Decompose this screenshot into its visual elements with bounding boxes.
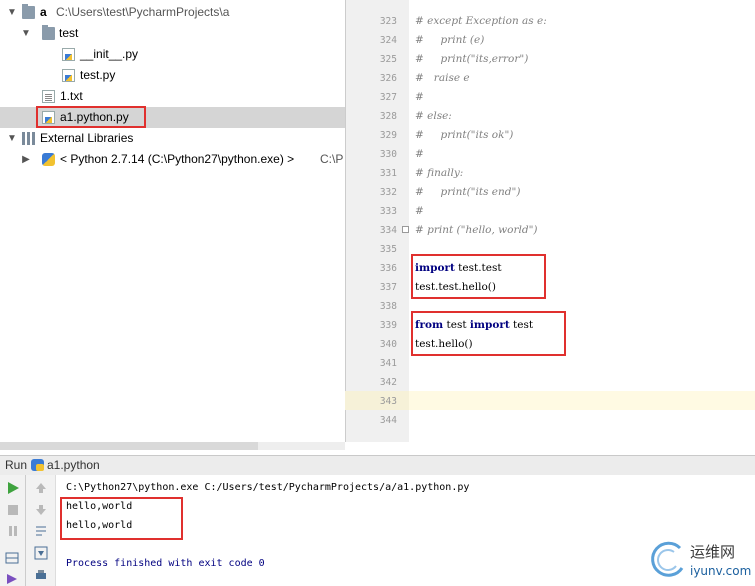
line-number: 331: [379, 168, 397, 179]
pause-icon[interactable]: [6, 524, 20, 538]
code-line: # else:: [415, 110, 452, 122]
project-tree: ▼ a C:\Users\test\PycharmProjects\a ▼ te…: [0, 0, 345, 442]
horizontal-scrollbar[interactable]: [0, 442, 258, 450]
tree-root[interactable]: ▼ a C:\Users\test\PycharmProjects\a: [0, 2, 345, 23]
line-number: 332: [379, 187, 397, 198]
tree-item-label: test.py: [80, 68, 116, 82]
close-icon[interactable]: [5, 572, 19, 586]
chevron-down-icon[interactable]: ▼: [6, 2, 18, 23]
tree-item-path: C:\P: [320, 152, 344, 166]
line-number: 342: [379, 377, 397, 388]
code-line: # except Exception as e:: [415, 15, 547, 27]
tree-item-init-py[interactable]: __init__.py: [0, 44, 345, 65]
tree-item-label: test: [59, 26, 79, 40]
line-number: 329: [379, 130, 397, 141]
code-line: # print("its,error"): [415, 53, 529, 65]
arrow-up-icon[interactable]: [34, 481, 48, 495]
line-number: 338: [379, 301, 397, 312]
chevron-right-icon[interactable]: ▶: [20, 149, 32, 170]
line-number: 327: [379, 92, 397, 103]
line-number: 326: [379, 73, 397, 84]
line-number: 334: [379, 225, 397, 236]
code-line: # print("its ok"): [415, 129, 514, 141]
watermark-text: 运维网: [690, 543, 736, 561]
line-number: 325: [379, 54, 397, 65]
line-number: 330: [379, 149, 397, 160]
code-line: # print("its end"): [415, 186, 521, 198]
highlight-box: [36, 106, 146, 128]
folder-icon: [22, 4, 35, 19]
highlight-box: [411, 311, 566, 356]
watermark-url: iyunv.com: [690, 564, 752, 578]
line-number: 335: [379, 244, 397, 255]
chevron-down-icon[interactable]: ▼: [20, 23, 32, 44]
highlight-box: [411, 254, 546, 299]
libraries-icon: [22, 132, 35, 145]
console-exit-message: Process finished with exit code 0: [66, 558, 265, 569]
line-number: 340: [379, 339, 397, 350]
python-file-icon: [62, 69, 75, 82]
line-number: 341: [379, 358, 397, 369]
highlight-box: [60, 497, 183, 540]
text-file-icon: [42, 90, 55, 103]
current-line-highlight: [409, 391, 755, 410]
line-number: 344: [379, 415, 397, 426]
soft-wrap-icon[interactable]: [34, 524, 48, 538]
stop-icon[interactable]: [6, 503, 20, 517]
print-icon[interactable]: [34, 568, 48, 582]
watermark-logo-icon: [651, 541, 684, 577]
code-line: #: [415, 91, 424, 103]
line-number: 343: [379, 396, 397, 407]
code-line: # print ("hello, world"): [415, 224, 538, 236]
tree-item-label: < Python 2.7.14 (C:\Python27\python.exe)…: [60, 152, 295, 166]
tree-item-1-txt[interactable]: 1.txt: [0, 86, 345, 107]
code-line: # raise e: [415, 72, 470, 84]
python-icon: [31, 459, 44, 471]
tree-root-path: C:\Users\test\PycharmProjects\a: [56, 5, 230, 19]
tree-item-test-py[interactable]: test.py: [0, 65, 345, 86]
scrollbar-track: [258, 442, 345, 450]
fold-marker-icon[interactable]: [402, 226, 409, 233]
run-label[interactable]: Run: [5, 457, 27, 473]
line-number: 339: [379, 320, 397, 331]
scroll-to-end-icon[interactable]: [34, 546, 48, 560]
tree-item-python-sdk[interactable]: ▶ < Python 2.7.14 (C:\Python27\python.ex…: [0, 149, 345, 170]
layout-icon[interactable]: [5, 551, 19, 565]
tree-item-label: 1.txt: [60, 89, 83, 103]
run-icon[interactable]: [6, 481, 20, 495]
python-icon: [42, 153, 55, 166]
code-line: #: [415, 148, 424, 160]
tree-item-external-libraries[interactable]: ▼ External Libraries: [0, 128, 345, 149]
line-number: 337: [379, 282, 397, 293]
line-number: 333: [379, 206, 397, 217]
line-number: 324: [379, 35, 397, 46]
code-line: #: [415, 205, 424, 217]
line-number: 336: [379, 263, 397, 274]
code-line: # finally:: [415, 167, 464, 179]
run-config-name[interactable]: a1.python: [47, 457, 100, 473]
python-file-icon: [62, 48, 75, 61]
chevron-down-icon[interactable]: ▼: [6, 128, 18, 149]
code-line: # print (e): [415, 34, 485, 46]
line-number: 328: [379, 111, 397, 122]
tree-item-test-folder[interactable]: ▼ test: [0, 23, 345, 44]
run-tool-window-header: [0, 455, 755, 475]
console-command: C:\Python27\python.exe C:/Users/test/Pyc…: [66, 482, 470, 493]
arrow-down-icon[interactable]: [34, 503, 48, 517]
line-number: 323: [379, 16, 397, 27]
folder-icon: [42, 25, 55, 40]
tree-item-label: External Libraries: [40, 131, 134, 145]
tree-root-name: a: [40, 5, 47, 19]
tree-item-label: __init__.py: [80, 47, 139, 61]
